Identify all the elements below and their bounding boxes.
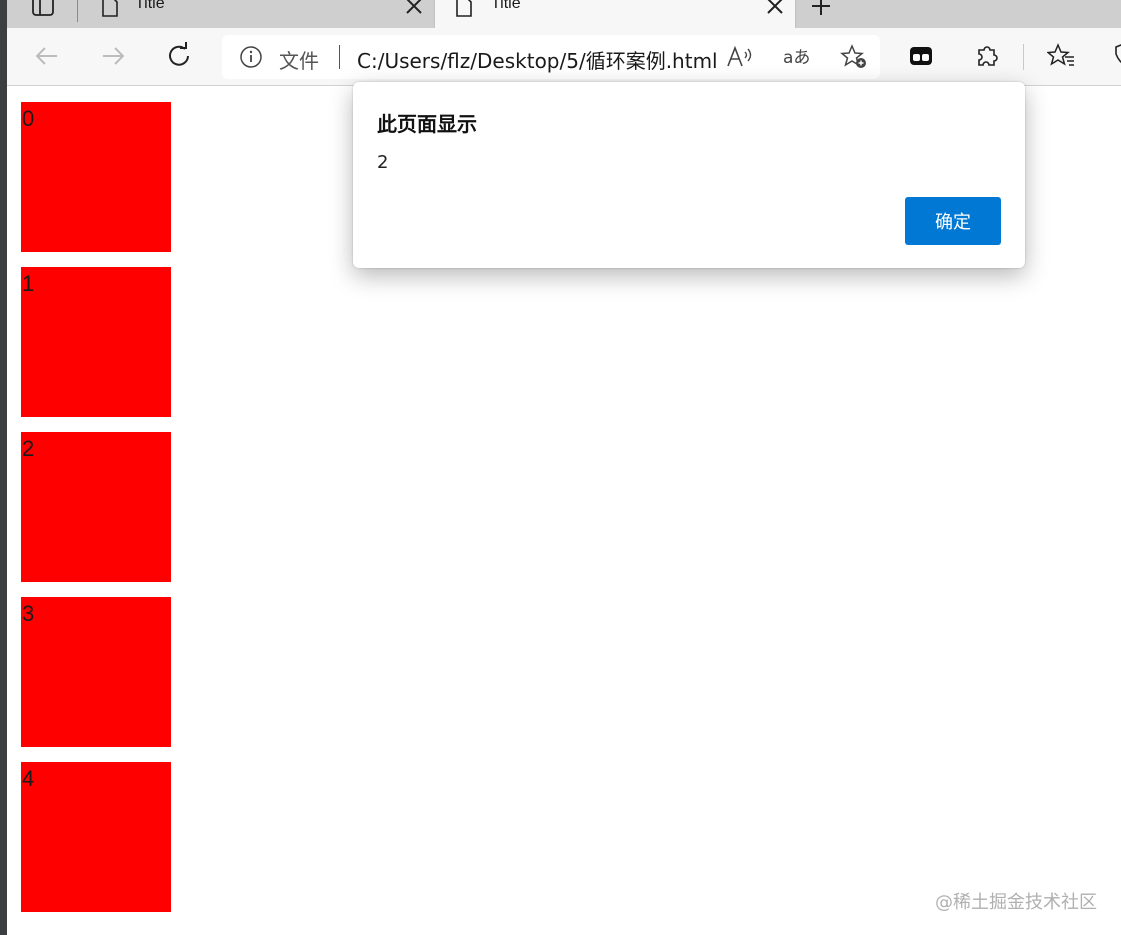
sidebar-icon[interactable] [29, 0, 57, 19]
translate-icon[interactable]: aあ [782, 44, 810, 70]
address-separator [339, 45, 340, 69]
tab-title: Title [135, 0, 165, 12]
ok-button[interactable]: 确定 [905, 197, 1001, 245]
box-label: 0 [22, 106, 35, 131]
tab-title: Title [491, 0, 521, 12]
red-box-0[interactable]: 0 [21, 102, 171, 252]
alert-dialog: 此页面显示 2 确定 [353, 82, 1025, 268]
tab-2-active[interactable]: Title [435, 0, 795, 28]
red-box-1[interactable]: 1 [21, 267, 171, 417]
plus-icon[interactable] [807, 0, 835, 19]
svg-text:aあ: aあ [783, 48, 810, 68]
tab-separator [77, 0, 78, 22]
close-icon[interactable] [404, 0, 424, 16]
forward-icon[interactable] [97, 40, 129, 72]
back-icon[interactable] [31, 40, 63, 72]
collections-icon[interactable] [907, 42, 935, 70]
box-label: 2 [22, 436, 35, 461]
toolbar-separator [1023, 44, 1024, 70]
scheme-label: 文件 [279, 49, 319, 73]
url-text[interactable]: C:/Users/flz/Desktop/5/循环案例.html [357, 45, 718, 74]
alert-message: 2 [377, 152, 389, 173]
alert-title: 此页面显示 [377, 112, 477, 136]
extensions-icon[interactable] [973, 42, 1001, 70]
refresh-icon[interactable] [163, 40, 195, 72]
info-icon[interactable] [240, 46, 262, 68]
add-favorite-icon[interactable] [840, 44, 868, 70]
close-icon[interactable] [765, 0, 785, 16]
favorites-icon[interactable] [1046, 42, 1075, 70]
window-edge [0, 0, 7, 935]
red-box-3[interactable]: 3 [21, 597, 171, 747]
red-box-2[interactable]: 2 [21, 432, 171, 582]
page-icon [455, 0, 473, 18]
toolbar: 文件 C:/Users/flz/Desktop/5/循环案例.html aあ [7, 28, 1121, 86]
box-label: 4 [22, 766, 35, 791]
shield-icon[interactable] [1113, 42, 1121, 70]
box-label: 1 [22, 271, 35, 296]
watermark: @稀土掘金技术社区 [935, 892, 1097, 913]
red-box-4[interactable]: 4 [21, 762, 171, 912]
read-aloud-icon[interactable] [725, 44, 753, 70]
tab-strip: Title Title [7, 0, 1121, 28]
page-icon [101, 0, 119, 18]
address-bar[interactable]: 文件 C:/Users/flz/Desktop/5/循环案例.html aあ [222, 35, 880, 79]
tab-1[interactable]: Title [89, 0, 434, 28]
box-label: 3 [22, 601, 35, 626]
